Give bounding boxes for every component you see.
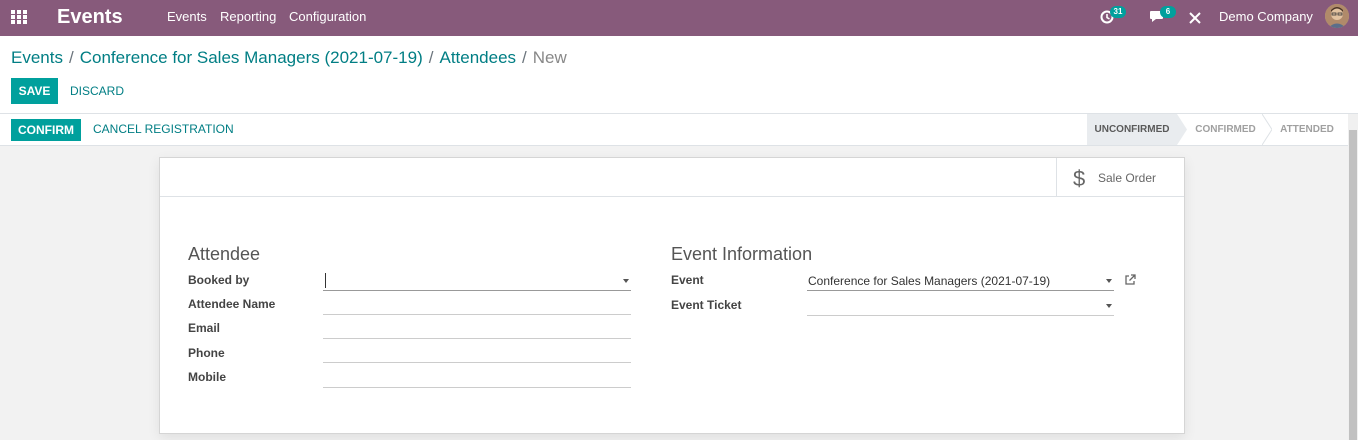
stage-confirmed[interactable]: CONFIRMED bbox=[1187, 114, 1264, 145]
discard-button[interactable]: DISCARD bbox=[70, 84, 124, 98]
debug-menu[interactable] bbox=[1189, 8, 1203, 28]
page-scrollbar[interactable] bbox=[1348, 114, 1358, 440]
event-ticket-label: Event Ticket bbox=[671, 298, 742, 312]
booked-by-field[interactable] bbox=[323, 271, 631, 291]
debug-icon bbox=[1189, 12, 1201, 24]
stage-attended[interactable]: ATTENDED bbox=[1272, 114, 1342, 145]
sale-order-button[interactable]: $ Sale Order bbox=[1056, 158, 1184, 197]
attendee-group-title: Attendee bbox=[188, 244, 261, 264]
attendee-name-field[interactable] bbox=[323, 295, 631, 315]
mobile-label: Mobile bbox=[188, 370, 226, 384]
dropdown-caret-icon[interactable] bbox=[1106, 279, 1112, 283]
event-field[interactable]: Conference for Sales Managers (2021-07-1… bbox=[807, 271, 1114, 291]
event-field-value: Conference for Sales Managers (2021-07-1… bbox=[808, 274, 1051, 288]
event-ticket-field[interactable] bbox=[807, 296, 1114, 316]
scrollbar-thumb[interactable] bbox=[1349, 130, 1357, 440]
breadcrumb-current: New bbox=[532, 48, 567, 67]
apps-icon[interactable] bbox=[11, 10, 27, 24]
attendee-name-label: Attendee Name bbox=[188, 297, 276, 311]
control-panel: Events / Conference for Sales Managers (20… bbox=[0, 36, 1358, 114]
breadcrumb-events[interactable]: Events bbox=[11, 48, 63, 67]
cancel-registration-button[interactable]: CANCEL REGISTRATION bbox=[93, 122, 234, 136]
phone-label: Phone bbox=[188, 346, 225, 360]
stage-arrow-1 bbox=[1177, 114, 1187, 145]
activity-menu[interactable]: 31 bbox=[1100, 6, 1130, 28]
save-button[interactable]: SAVE bbox=[11, 78, 58, 104]
dropdown-caret-icon[interactable] bbox=[1106, 304, 1112, 308]
text-cursor bbox=[325, 273, 326, 288]
stage-unconfirmed[interactable]: UNCONFIRMED bbox=[1087, 114, 1177, 145]
stage-arrow-2 bbox=[1262, 114, 1272, 145]
booked-by-label: Booked by bbox=[188, 273, 250, 287]
mobile-field[interactable] bbox=[323, 368, 631, 388]
activity-count-badge: 31 bbox=[1110, 6, 1126, 18]
top-navbar: Events Events Reporting Configuration 31… bbox=[0, 0, 1358, 36]
phone-field[interactable] bbox=[323, 343, 631, 363]
messages-count-badge: 6 bbox=[1160, 6, 1176, 18]
company-switcher[interactable]: Demo Company bbox=[1219, 9, 1313, 24]
dollar-icon: $ bbox=[1073, 166, 1086, 191]
menu-configuration[interactable]: Configuration bbox=[289, 9, 366, 24]
confirm-button[interactable]: CONFIRM bbox=[11, 119, 81, 141]
menu-reporting[interactable]: Reporting bbox=[220, 9, 276, 24]
event-info-group-title: Event Information bbox=[671, 244, 813, 264]
breadcrumb: Events / Conference for Sales Managers (20… bbox=[11, 48, 567, 67]
breadcrumb-attendees[interactable]: Attendees bbox=[439, 48, 516, 67]
messaging-menu[interactable]: 6 bbox=[1149, 6, 1177, 28]
event-label: Event bbox=[671, 273, 704, 287]
email-label: Email bbox=[188, 321, 221, 335]
button-box: $ Sale Order bbox=[160, 158, 1184, 197]
user-avatar[interactable] bbox=[1325, 4, 1349, 28]
dropdown-caret-icon[interactable] bbox=[623, 279, 629, 283]
external-link-icon[interactable] bbox=[1124, 274, 1136, 286]
app-title[interactable]: Events bbox=[57, 6, 123, 29]
menu-events[interactable]: Events bbox=[167, 9, 207, 24]
email-field[interactable] bbox=[323, 319, 631, 339]
form-statusbar: CONFIRM CANCEL REGISTRATION UNCONFIRMED … bbox=[0, 114, 1348, 146]
sale-order-label: Sale Order bbox=[1098, 171, 1157, 185]
breadcrumb-event[interactable]: Conference for Sales Managers (2021-07-1… bbox=[80, 48, 423, 67]
